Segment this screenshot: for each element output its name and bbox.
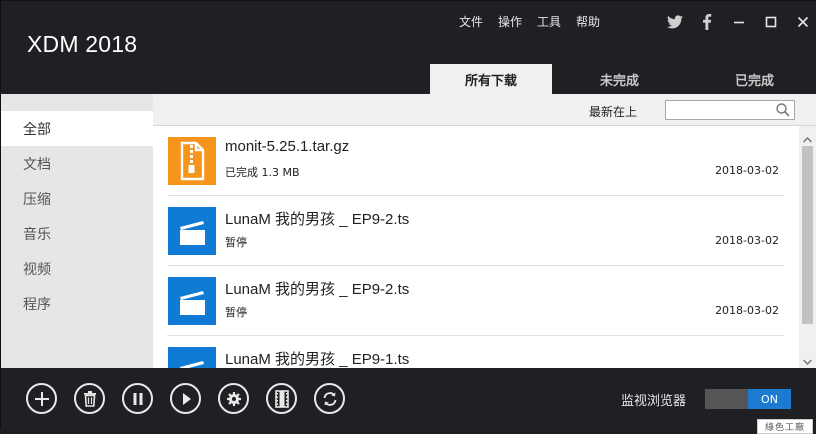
scroll-thumb[interactable] <box>802 146 813 324</box>
file-name: LunaM 我的男孩 _ EP9-1.ts <box>225 351 410 368</box>
sidebar-item-video[interactable]: 视频 <box>1 251 153 286</box>
archive-file-icon <box>168 137 216 185</box>
app-title: XDM 2018 <box>27 31 138 57</box>
file-name: LunaM 我的男孩 _ EP9-2.ts <box>225 281 410 298</box>
delete-button[interactable] <box>74 383 105 414</box>
video-file-icon <box>168 207 216 255</box>
app-window: XDM 2018 文件 操作 工具 帮助 所有下载 未完成 已完成 全部 文档 … <box>0 0 816 434</box>
sidebar-item-all[interactable]: 全部 <box>1 111 153 146</box>
menu-bar: 文件 操作 工具 帮助 <box>459 13 600 30</box>
play-icon <box>182 392 191 405</box>
sidebar-item-programs[interactable]: 程序 <box>1 286 153 321</box>
refresh-icon <box>323 391 336 406</box>
file-name: LunaM 我的男孩 _ EP9-2.ts <box>225 211 410 228</box>
sidebar-item-music[interactable]: 音乐 <box>1 216 153 251</box>
settings-icon <box>226 391 241 406</box>
tab-completed[interactable]: 已完成 <box>687 64 816 94</box>
sidebar-item-compressed[interactable]: 压缩 <box>1 181 153 216</box>
resume-button[interactable] <box>170 383 201 414</box>
download-row[interactable]: LunaM 我的男孩 _ EP9-2.ts 暂停 2018-03-02 <box>167 266 784 336</box>
film-icon <box>274 389 289 408</box>
category-sidebar: 全部 文档 压缩 音乐 视频 程序 <box>1 94 153 368</box>
browser-monitor-toggle[interactable]: ON <box>705 389 791 409</box>
scroll-down-icon[interactable] <box>802 352 813 366</box>
download-tabs: 所有下载 未完成 已完成 <box>430 64 816 94</box>
browser-monitor-label: 监视浏览器 <box>621 394 687 409</box>
video-file-icon <box>168 347 216 368</box>
tab-all-downloads[interactable]: 所有下载 <box>430 64 552 94</box>
bottom-toolbar: 监视浏览器 ON 綠色工廠 <box>1 368 816 434</box>
file-status: 暂停 <box>225 306 247 319</box>
file-date: 2018-03-02 <box>715 164 779 177</box>
settings-button[interactable] <box>218 383 249 414</box>
download-row[interactable]: LunaM 我的男孩 _ EP9-1.ts <box>167 336 784 368</box>
menu-action[interactable]: 操作 <box>498 13 522 30</box>
search-input[interactable] <box>665 100 795 120</box>
sort-bar: 最新在上 <box>153 94 816 126</box>
toggle-on-state: ON <box>748 389 791 409</box>
watermark-logo: 綠色工廠 <box>757 419 813 434</box>
trash-icon <box>83 390 96 407</box>
pause-icon <box>133 392 142 405</box>
title-bar: XDM 2018 文件 操作 工具 帮助 所有下载 未完成 已完成 <box>1 1 816 94</box>
minimize-icon[interactable] <box>731 13 747 31</box>
refresh-button[interactable] <box>314 383 345 414</box>
download-row[interactable]: LunaM 我的男孩 _ EP9-2.ts 暂停 2018-03-02 <box>167 196 784 266</box>
search-icon[interactable] <box>775 102 791 118</box>
video-file-icon <box>168 277 216 325</box>
scroll-up-icon[interactable] <box>802 130 813 143</box>
add-button[interactable] <box>26 383 57 414</box>
twitter-icon[interactable] <box>667 13 683 31</box>
pause-button[interactable] <box>122 383 153 414</box>
sidebar-item-documents[interactable]: 文档 <box>1 146 153 181</box>
download-panel: 最新在上 monit-5.25.1.tar.gz 已完成 1.3 MB 2018… <box>153 94 816 368</box>
window-controls <box>731 13 811 31</box>
file-status: 暂停 <box>225 236 247 249</box>
menu-tools[interactable]: 工具 <box>537 13 561 30</box>
sort-order-button[interactable]: 最新在上 <box>589 103 637 120</box>
menu-file[interactable]: 文件 <box>459 13 483 30</box>
media-grabber-button[interactable] <box>266 383 297 414</box>
file-status: 已完成 1.3 MB <box>225 166 300 179</box>
close-icon[interactable] <box>795 13 811 31</box>
social-links <box>667 13 715 31</box>
download-row[interactable]: monit-5.25.1.tar.gz 已完成 1.3 MB 2018-03-0… <box>167 126 784 196</box>
facebook-icon[interactable] <box>699 13 715 31</box>
tab-incomplete[interactable]: 未完成 <box>552 64 687 94</box>
file-date: 2018-03-02 <box>715 234 779 247</box>
maximize-icon[interactable] <box>763 13 779 31</box>
file-name: monit-5.25.1.tar.gz <box>225 138 350 155</box>
menu-help[interactable]: 帮助 <box>576 13 600 30</box>
file-date: 2018-03-02 <box>715 304 779 317</box>
vertical-scrollbar[interactable] <box>799 126 816 368</box>
download-list: monit-5.25.1.tar.gz 已完成 1.3 MB 2018-03-0… <box>153 126 799 368</box>
add-icon <box>34 391 49 406</box>
